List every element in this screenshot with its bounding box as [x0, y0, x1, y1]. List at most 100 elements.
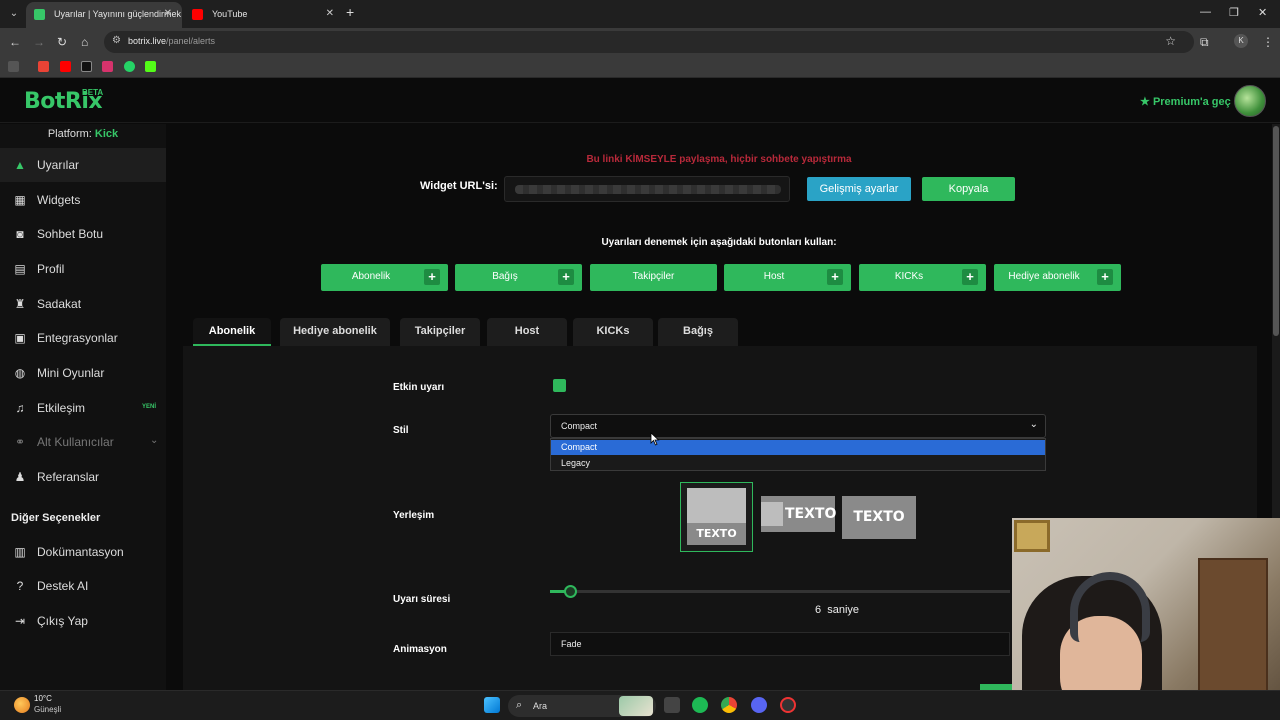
close-window-icon[interactable]: ✕: [1258, 6, 1267, 19]
layout-option-inline[interactable]: TEXTO: [761, 496, 837, 532]
plus-icon[interactable]: +: [558, 269, 574, 285]
new-tab-icon[interactable]: +: [346, 4, 354, 20]
section-title: Diğer Seçenekler: [11, 512, 101, 524]
tiktok-icon[interactable]: [81, 61, 92, 72]
image-placeholder-icon: [687, 488, 746, 523]
tab-search-icon[interactable]: ⌄: [6, 6, 22, 22]
sidebar-item-destek-ai[interactable]: ? Destek AI: [0, 569, 166, 603]
animation-select[interactable]: Fade: [550, 632, 1010, 656]
tab-host[interactable]: Host: [487, 318, 567, 346]
chevron-down-icon: ⌄: [150, 435, 159, 446]
test-host-button[interactable]: Host +: [724, 264, 851, 291]
spotify-icon[interactable]: [692, 697, 708, 713]
style-option-legacy[interactable]: Legacy: [551, 456, 1045, 471]
weather-description: Güneşli: [34, 705, 62, 714]
user-avatar[interactable]: [1234, 85, 1266, 117]
sidebar-item-sadakat[interactable]: ♜ Sadakat: [0, 287, 166, 321]
enabled-label: Etkin uyarı: [393, 382, 445, 393]
style-select[interactable]: Compact ⌄: [550, 414, 1046, 438]
sidebar-item-cikis-yap[interactable]: ⇥ Çıkış Yap: [0, 604, 166, 638]
home-icon[interactable]: ⌂: [81, 35, 88, 49]
user-group-icon: ♟: [14, 470, 26, 484]
sidebar-item-referanslar[interactable]: ♟ Referanslar: [0, 460, 166, 494]
test-hediye-abonelik-button[interactable]: Hediye abonelik +: [994, 264, 1121, 291]
whatsapp-icon[interactable]: [124, 61, 135, 72]
kick-icon[interactable]: [145, 61, 156, 72]
layout-text-sample: TEXTO: [785, 506, 837, 522]
copy-button[interactable]: Kopyala: [922, 177, 1015, 201]
weather-icon[interactable]: [14, 697, 30, 713]
url-input[interactable]: ⚙ botrix.live/panel/alerts ☆: [104, 31, 1194, 53]
beta-badge: BETA: [82, 88, 104, 97]
test-bagis-button[interactable]: Bağış +: [455, 264, 582, 291]
search-icon: ⌕: [516, 699, 523, 711]
maximize-icon[interactable]: ❐: [1229, 6, 1239, 19]
platform-label: Platform:: [47, 128, 92, 140]
close-tab-icon[interactable]: ✕: [164, 2, 172, 26]
instagram-icon[interactable]: [102, 61, 113, 72]
tab-kicks[interactable]: KICKs: [573, 318, 653, 346]
browser-tab-youtube[interactable]: YouTube ✕: [184, 2, 344, 28]
mouse-cursor-icon: [650, 432, 660, 446]
plus-icon[interactable]: +: [827, 269, 843, 285]
sidebar-item-uyarilar[interactable]: ▲ Uyarılar: [0, 148, 166, 182]
sidebar-item-alt-kullanicilar[interactable]: ⚭ Alt Kullanıcılar ⌄: [0, 425, 166, 459]
discord-icon[interactable]: [751, 697, 767, 713]
sidebar-item-mini-oyunlar[interactable]: ◍ Mini Oyunlar: [0, 356, 166, 390]
duration-slider-track[interactable]: [550, 590, 1010, 593]
reload-icon[interactable]: ↻: [57, 35, 67, 49]
layout-option-overlay[interactable]: TEXTO: [842, 496, 916, 539]
bookmark-star-icon[interactable]: ☆: [1165, 34, 1176, 48]
search-highlight-icon[interactable]: [619, 696, 653, 716]
test-takipciler-button[interactable]: Takipçiler: [590, 264, 717, 291]
back-icon[interactable]: ←: [9, 35, 21, 49]
close-tab-icon[interactable]: ✕: [326, 2, 334, 26]
plug-icon: ▣: [14, 331, 26, 345]
test-abonelik-button[interactable]: Abonelik +: [321, 264, 448, 291]
sidebar-item-widgets[interactable]: ▦ Widgets: [0, 183, 166, 217]
advanced-settings-button[interactable]: Gelişmiş ayarlar: [807, 177, 911, 201]
style-option-compact[interactable]: Compact: [551, 440, 1045, 455]
style-dropdown: Compact Legacy: [550, 438, 1046, 471]
forward-icon[interactable]: →: [33, 35, 45, 49]
sidebar-item-dokumantasyon[interactable]: ▥ Dokümantasyon: [0, 535, 166, 569]
test-button-label: Hediye abonelik: [1008, 271, 1080, 282]
tab-abonelik[interactable]: Abonelik: [193, 318, 271, 346]
test-kicks-button[interactable]: KICKs +: [859, 264, 986, 291]
task-view-icon[interactable]: [664, 697, 680, 713]
layout-option-stacked[interactable]: TEXTO: [680, 482, 753, 552]
widget-url-field[interactable]: [504, 176, 790, 202]
gmail-icon[interactable]: [38, 61, 49, 72]
duration-slider-thumb[interactable]: [564, 585, 577, 598]
menu-icon[interactable]: ⋮: [1262, 35, 1274, 49]
start-icon[interactable]: [484, 697, 500, 713]
music-icon: ♫: [15, 401, 25, 415]
plus-icon[interactable]: +: [962, 269, 978, 285]
chrome-icon[interactable]: [721, 697, 737, 713]
tab-bagis[interactable]: Bağış: [658, 318, 738, 346]
enabled-checkbox[interactable]: [553, 379, 566, 392]
youtube-icon[interactable]: [60, 61, 71, 72]
recorder-icon[interactable]: [780, 697, 796, 713]
tab-takipciler[interactable]: Takipçiler: [400, 318, 480, 346]
sidebar-item-entegrasyonlar[interactable]: ▣ Entegrasyonlar: [0, 321, 166, 355]
plus-icon[interactable]: +: [424, 269, 440, 285]
try-alerts-label: Uyarıları denemek için aşağıdaki butonla…: [601, 237, 837, 248]
sidebar-item-etkilesim[interactable]: ♫ Etkileşim YENİ: [0, 391, 166, 425]
sidebar-item-profil[interactable]: ▤ Profil: [0, 252, 166, 286]
test-button-label: Takipçiler: [632, 271, 675, 282]
extensions-icon[interactable]: ⧉: [1200, 35, 1209, 50]
minimize-icon[interactable]: —: [1200, 6, 1211, 18]
sidebar-item-sohbet-botu[interactable]: ◙ Sohbet Botu: [0, 217, 166, 251]
site-info-icon[interactable]: ⚙: [112, 35, 121, 46]
botrix-favicon-icon: [34, 9, 45, 20]
tab-hediye-abonelik[interactable]: Hediye abonelik: [280, 318, 390, 346]
scrollbar-thumb[interactable]: [1273, 126, 1279, 336]
profile-avatar[interactable]: K: [1234, 34, 1248, 48]
premium-label: Premium'a geç: [1152, 96, 1231, 108]
sidebar-item-label: Dokümantasyon: [37, 545, 124, 559]
premium-link[interactable]: ★ Premium'a geç: [1140, 95, 1231, 108]
apps-icon[interactable]: [8, 61, 19, 72]
browser-tab-active[interactable]: Uyarılar | Yayınını güçlendirmek ✕: [26, 2, 182, 28]
plus-icon[interactable]: +: [1097, 269, 1113, 285]
